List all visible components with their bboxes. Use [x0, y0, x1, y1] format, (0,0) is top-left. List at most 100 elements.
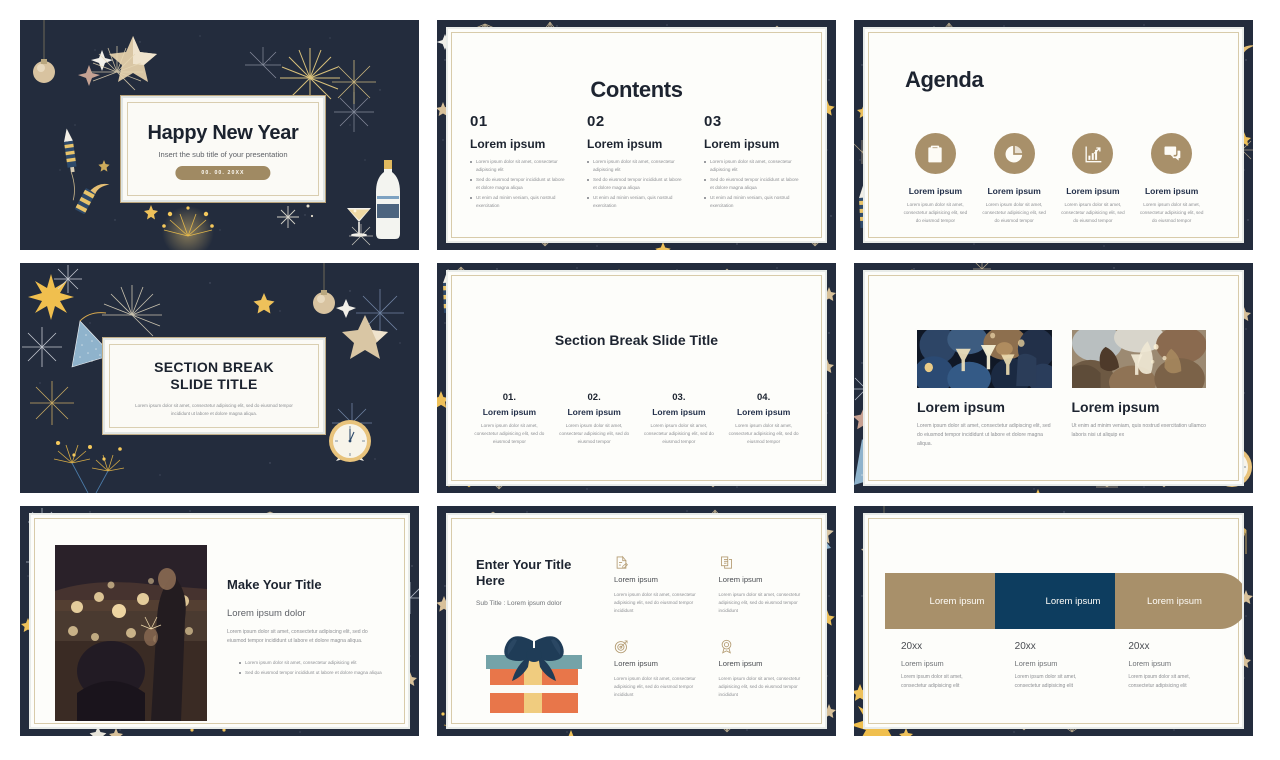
photo-item[interactable]: Lorem ipsum Ut enim ad minim veniam, qui…	[1071, 330, 1206, 449]
item-heading: Lorem ipsum	[908, 186, 963, 196]
section-item[interactable]: 03. Lorem ipsum Lorem ipsum dolor sit am…	[642, 392, 717, 446]
bar-chart-growth-icon	[1072, 133, 1114, 174]
feature-item[interactable]: Lorem ipsum Lorem ipsum dolor sit amet, …	[614, 639, 697, 699]
contents-item[interactable]: 02 Lorem ipsum Lorem ipsum dolor sit ame…	[587, 113, 686, 212]
item-body: Lorem ipsum dolor sit amet, consectetur …	[1061, 202, 1125, 224]
contents-item[interactable]: 03 Lorem ipsum Lorem ipsum dolor sit ame…	[704, 113, 803, 212]
slide-enter-your-title[interactable]: Enter Your Title Here Sub Title : Lorem …	[437, 506, 836, 736]
agenda-item[interactable]: Lorem ipsum Lorem ipsum dolor sit amet, …	[980, 133, 1049, 225]
slide-title[interactable]: Happy New Year Insert the sub title of y…	[20, 20, 419, 250]
pill-label: Lorem ipsum	[1147, 595, 1202, 607]
item-body: Lorem ipsum dolor sit amet, consectetur …	[728, 423, 799, 445]
item-number: 02	[587, 113, 605, 130]
sparkler-crowd-photo	[55, 545, 207, 721]
column-body: Lorem ipsum dolor sit amet, consectetur …	[1128, 674, 1191, 689]
bullet: Sed do eiusmod tempor incididunt ut labo…	[239, 669, 384, 677]
item-body: Lorem ipsum dolor sit amet, consectetur …	[559, 423, 630, 445]
slide-make-your-title[interactable]: Make Your Title Lorem ipsum dolor Lorem …	[20, 506, 419, 736]
slide-two-photo[interactable]: Lorem ipsum Lorem ipsum dolor sit amet, …	[854, 263, 1253, 493]
page-title: SECTION BREAK SLIDE TITLE	[115, 359, 313, 393]
item-heading: Lorem ipsum	[704, 137, 780, 151]
year-label: 20xx	[1014, 641, 1036, 652]
timeline-column[interactable]: 20xx Lorem ipsum Lorem ipsum dolor sit a…	[1015, 641, 1103, 691]
timeline-pill[interactable]: Lorem ipsum	[1115, 573, 1242, 629]
contents-panel: Contents 01 Lorem ipsum Lorem ipsum dolo…	[448, 29, 825, 241]
photo-item[interactable]: Lorem ipsum Lorem ipsum dolor sit amet, …	[917, 330, 1052, 449]
page-title: Contents	[590, 77, 683, 102]
column-body: Lorem ipsum dolor sit amet, consectetur …	[1014, 674, 1077, 689]
item-heading: Lorem ipsum	[482, 407, 537, 417]
item-heading: Lorem ipsum	[1066, 186, 1120, 196]
item-heading: Lorem ipsum	[567, 407, 621, 417]
slide-agenda[interactable]: Agenda Lorem ipsum Lorem ipsum dolor sit…	[854, 20, 1253, 250]
item-heading: Lorem ipsum	[652, 407, 706, 417]
slide-contents[interactable]: Contents 01 Lorem ipsum Lorem ipsum dolo…	[437, 20, 836, 250]
feature-item[interactable]: Lorem ipsum Lorem ipsum dolor sit amet, …	[719, 555, 802, 615]
item-body: Ut enim ad minim veniam, quis nostrud ex…	[1071, 423, 1206, 439]
column-heading: Lorem ipsum	[901, 659, 944, 668]
subtitle: Sub Title : Lorem ipsum dolor	[476, 599, 562, 607]
bullet: Lorem ipsum dolor sit amet, consectetur …	[239, 659, 384, 667]
section-item[interactable]: 04. Lorem ipsum Lorem ipsum dolor sit am…	[726, 392, 801, 446]
item-heading: Lorem ipsum	[587, 137, 663, 151]
item-heading: Lorem ipsum	[470, 137, 546, 151]
photo-columns: Lorem ipsum Lorem ipsum dolor sit amet, …	[917, 330, 1206, 449]
item-heading: Lorem ipsum	[987, 186, 1041, 196]
item-heading: Lorem ipsum	[718, 659, 763, 669]
page-title-line2: SLIDE TITLE	[170, 376, 258, 393]
timeline-column[interactable]: 20xx Lorem ipsum Lorem ipsum dolor sit a…	[901, 641, 989, 691]
bullet: Ut enim ad minim veniam, quis nostrud ex…	[704, 194, 803, 210]
section-body: Lorem ipsum dolor sit amet, consectetur …	[135, 403, 293, 416]
agenda-item[interactable]: Lorem ipsum Lorem ipsum dolor sit amet, …	[1137, 133, 1206, 225]
timeline-column[interactable]: 20xx Lorem ipsum Lorem ipsum dolor sit a…	[1128, 641, 1216, 691]
icon-feature-grid: Lorem ipsum Lorem ipsum dolor sit amet, …	[614, 555, 801, 699]
slide-section-break-four[interactable]: Section Break Slide Title 01. Lorem ipsu…	[437, 263, 836, 493]
contents-columns: 01 Lorem ipsum Lorem ipsum dolor sit ame…	[470, 113, 803, 212]
feature-item[interactable]: Lorem ipsum Lorem ipsum dolor sit amet, …	[614, 555, 697, 615]
page-title-line2: Here	[476, 573, 505, 589]
item-number: 03	[704, 113, 722, 130]
item-body: Lorem ipsum dolor sit amet, consectetur …	[718, 592, 801, 614]
item-body: Lorem ipsum dolor sit amet, consectetur …	[474, 423, 545, 445]
item-bullets: Lorem ipsum dolor sit amet, consectetur …	[587, 158, 686, 210]
make-title-panel: Make Your Title Lorem ipsum dolor Lorem …	[31, 515, 408, 727]
bullet: Sed do eiusmod tempor incididunt ut labo…	[587, 176, 686, 192]
two-photo-panel: Lorem ipsum Lorem ipsum dolor sit amet, …	[865, 272, 1242, 484]
bullet: Lorem ipsum dolor sit amet, consectetur …	[704, 158, 803, 174]
column-body: Lorem ipsum dolor sit amet, consectetur …	[901, 674, 963, 689]
date-badge: 00. 00. 20XX	[175, 166, 271, 180]
title-subtitle: Insert the sub title of your presentatio…	[158, 150, 288, 159]
item-body: Lorem ipsum dolor sit amet, consectetur …	[614, 676, 696, 698]
bullet: Sed do eiusmod tempor incididunt ut labo…	[470, 176, 569, 192]
page-title: Agenda	[905, 67, 984, 92]
item-heading: Lorem ipsum	[614, 659, 658, 669]
award-badge-icon	[719, 639, 734, 654]
title-card-inner-border	[127, 102, 319, 196]
gift-box-illustration	[486, 636, 582, 713]
timeline-columns: 20xx Lorem ipsum Lorem ipsum dolor sit a…	[901, 641, 1216, 691]
timeline-pill-row: Lorem ipsum Lorem ipsum Lorem ipsum	[885, 573, 1242, 629]
agenda-item[interactable]: Lorem ipsum Lorem ipsum dolor sit amet, …	[1059, 133, 1128, 225]
slide-section-break[interactable]: SECTION BREAK SLIDE TITLE Lorem ipsum do…	[20, 263, 419, 493]
bullet: Ut enim ad minim veniam, quis nostrud ex…	[587, 194, 686, 210]
bullet: Lorem ipsum dolor sit amet, consectetur …	[470, 158, 569, 174]
page-title: Happy New Year	[147, 122, 299, 144]
agenda-panel: Agenda Lorem ipsum Lorem ipsum dolor sit…	[865, 29, 1242, 241]
section-item[interactable]: 01. Lorem ipsum Lorem ipsum dolor sit am…	[472, 392, 547, 446]
section-item[interactable]: 02. Lorem ipsum Lorem ipsum dolor sit am…	[557, 392, 632, 446]
item-body: Lorem ipsum dolor sit amet, consectetur …	[917, 423, 1051, 448]
new-year-toast-photo	[917, 330, 1052, 388]
agenda-item[interactable]: Lorem ipsum Lorem ipsum dolor sit amet, …	[901, 133, 970, 225]
speech-bubbles-icon	[1151, 133, 1193, 174]
page-title: Make Your Title	[227, 577, 322, 592]
item-number: 01	[470, 113, 488, 130]
column-heading: Lorem ipsum	[1128, 659, 1172, 668]
document-edit-icon	[614, 555, 629, 570]
contents-item[interactable]: 01 Lorem ipsum Lorem ipsum dolor sit ame…	[470, 113, 569, 212]
slide-timeline[interactable]: Lorem ipsum Lorem ipsum Lorem ipsum 20xx…	[854, 506, 1253, 736]
item-body: Lorem ipsum dolor sit amet, consectetur …	[1139, 202, 1204, 224]
item-heading: Lorem ipsum	[1144, 186, 1199, 196]
item-body: Lorem ipsum dolor sit amet, consectetur …	[614, 592, 696, 614]
champagne-pour-photo	[1071, 330, 1206, 388]
feature-item[interactable]: Lorem ipsum Lorem ipsum dolor sit amet, …	[719, 639, 802, 699]
